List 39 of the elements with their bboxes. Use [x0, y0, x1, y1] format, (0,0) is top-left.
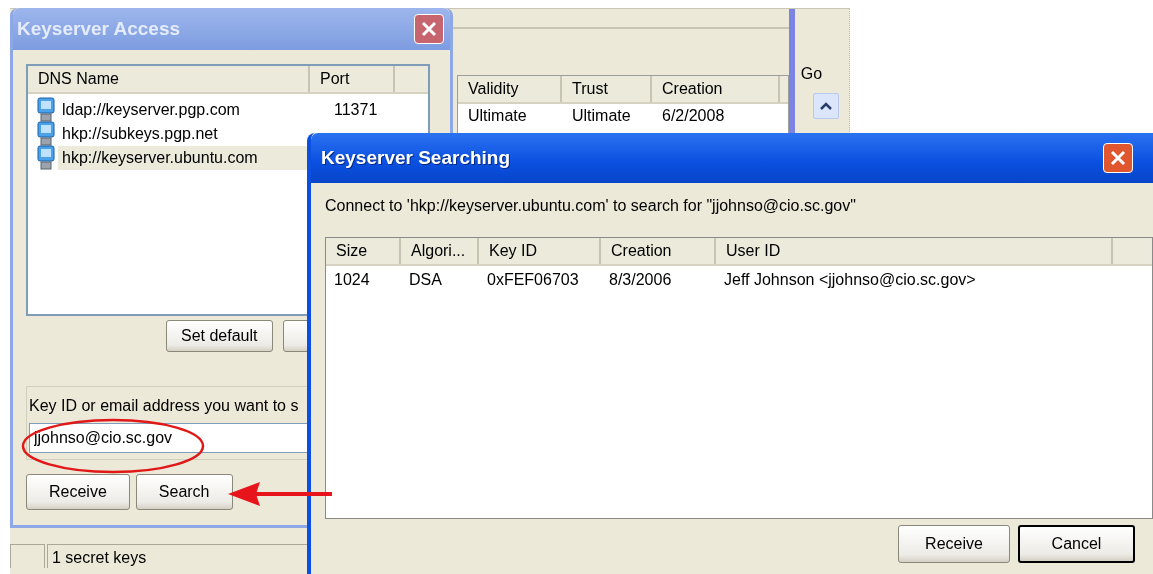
search-button[interactable]: Search — [135, 474, 233, 510]
column-header[interactable]: Validity — [458, 76, 562, 102]
column-header[interactable]: Key ID — [479, 238, 601, 264]
column-header[interactable]: Trust — [562, 76, 652, 102]
close-icon — [420, 20, 438, 38]
cancel-button[interactable]: Cancel — [1018, 525, 1135, 563]
column-header[interactable]: Creation — [652, 76, 780, 102]
server-icon — [36, 121, 56, 147]
table-cell-text: Jeff Johnson <jjohnso@cio.sc.gov> — [723, 270, 977, 290]
caret-up-icon — [818, 101, 833, 111]
server-icon — [36, 145, 56, 171]
set-default-button[interactable]: Set default — [166, 320, 273, 352]
table-cell-text: Ultimate — [467, 106, 528, 126]
table-cell-text: Ultimate — [571, 106, 632, 126]
column-header[interactable]: Creation — [601, 238, 716, 264]
receive-button[interactable]: Receive — [26, 474, 130, 510]
close-button[interactable] — [1103, 143, 1133, 173]
table-cell-text: DSA — [408, 270, 443, 290]
go-label: Go — [799, 64, 824, 84]
table-cell-text: 8/3/2006 — [608, 270, 673, 290]
table-cell-text: 0xFEF06703 — [486, 270, 580, 290]
server-icon — [36, 97, 56, 123]
status-cell — [10, 544, 45, 568]
window-title: Keyserver Searching — [320, 147, 511, 169]
status-message: Connect to 'hkp://keyserver.ubuntu.com' to search for "jjohnso@cio.sc.gov" — [325, 197, 857, 216]
column-header[interactable]: User ID — [716, 238, 1113, 264]
window-title: Keyserver Access — [17, 18, 181, 40]
scroll-up-button[interactable] — [812, 93, 839, 119]
server-name[interactable]: ldap://keyserver.pgp.com — [58, 98, 320, 122]
column-header[interactable]: DNS Name — [28, 66, 310, 92]
column-header[interactable]: Port — [310, 66, 395, 92]
column-header[interactable]: Size — [326, 238, 401, 264]
column-header[interactable]: Algori... — [401, 238, 479, 264]
port-cell-text: 11371 — [333, 100, 379, 120]
search-label: Key ID or email address you want to s — [29, 397, 300, 415]
receive-button[interactable]: Receive — [898, 525, 1010, 563]
table-cell-text: 1024 — [333, 270, 371, 290]
table-cell-text: 6/2/2008 — [661, 106, 726, 126]
close-icon — [1109, 149, 1127, 167]
